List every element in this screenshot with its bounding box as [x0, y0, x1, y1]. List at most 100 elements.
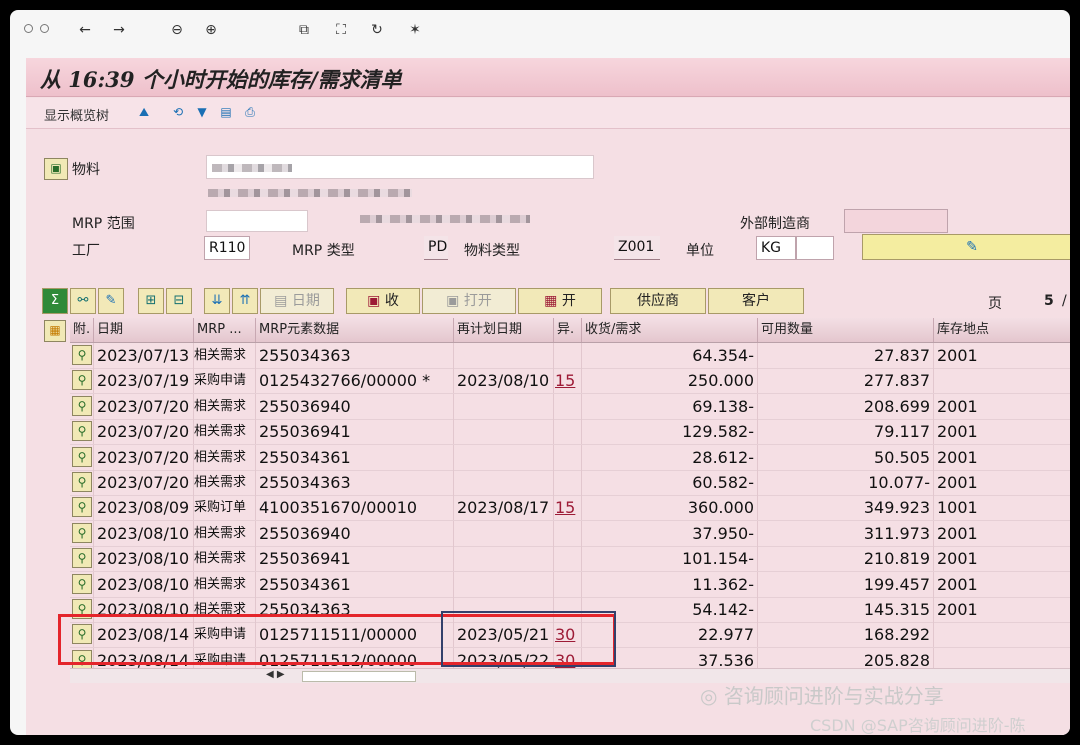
- minimize-icon[interactable]: [40, 24, 49, 33]
- storage-location-cell: 2001: [934, 546, 1070, 571]
- pencil-button[interactable]: ✎: [98, 288, 124, 314]
- sum-button[interactable]: Σ: [42, 288, 68, 314]
- sort-up-button[interactable]: ⇈: [232, 288, 258, 314]
- col-mrp-data[interactable]: MRP元素数据: [256, 318, 454, 342]
- zoom-in-icon[interactable]: ⊕: [200, 20, 222, 40]
- exception-cell[interactable]: [554, 571, 582, 597]
- refresh-icon[interactable]: ⟲: [168, 103, 188, 123]
- plant-field[interactable]: R110: [204, 236, 250, 260]
- table-row[interactable]: ⚲ 2023/07/20 相关需求 255036940 69.138- 208.699 20…: [70, 393, 1070, 420]
- open-button[interactable]: ▣ 打开: [422, 288, 516, 314]
- magic-icon[interactable]: ✶: [404, 20, 426, 40]
- col-storage-location[interactable]: 库存地点: [934, 318, 1070, 342]
- row-detail-cell[interactable]: ⚲: [70, 520, 94, 546]
- exception-link[interactable]: [554, 575, 555, 594]
- exception-cell[interactable]: [554, 393, 582, 419]
- magnifier-icon[interactable]: ⚲: [72, 548, 92, 569]
- table-row[interactable]: ⚲ 2023/08/10 相关需求 255036941 101.154- 210.819 2…: [70, 546, 1070, 573]
- col-receipt-requirement[interactable]: 收货/需求: [582, 318, 758, 342]
- exception-link[interactable]: [554, 549, 555, 568]
- row-detail-cell[interactable]: ⚲: [70, 470, 94, 495]
- exception-cell[interactable]: [554, 470, 582, 495]
- collapse-button[interactable]: ⊟: [166, 288, 192, 314]
- close-icon[interactable]: [24, 24, 33, 33]
- exception-link[interactable]: 15: [554, 498, 575, 517]
- col-date[interactable]: 日期: [94, 318, 194, 342]
- fit-icon[interactable]: ⛶: [330, 20, 352, 40]
- date-button[interactable]: ▤ 日期: [260, 288, 334, 314]
- exception-cell[interactable]: [554, 343, 582, 368]
- col-mrp-element[interactable]: MRP ...: [194, 318, 256, 342]
- document-icon[interactable]: ▤: [216, 103, 236, 123]
- layout-settings-icon[interactable]: ▦: [44, 320, 66, 342]
- magnifier-icon[interactable]: ⚲: [72, 522, 92, 543]
- exception-cell[interactable]: [554, 546, 582, 572]
- exception-link[interactable]: [554, 397, 555, 416]
- receipt-button[interactable]: ▣ 收: [346, 288, 420, 314]
- copy-icon[interactable]: ⧉: [293, 20, 315, 40]
- exception-link[interactable]: 15: [554, 371, 575, 390]
- row-detail-cell[interactable]: ⚲: [70, 444, 94, 470]
- magnifier-icon[interactable]: ⚲: [72, 370, 92, 391]
- table-row[interactable]: ⚲ 2023/07/20 相关需求 255034363 60.582- 10.077- 20…: [70, 470, 1070, 496]
- exception-cell[interactable]: [554, 444, 582, 470]
- exception-cell[interactable]: [554, 520, 582, 546]
- sort-down-button[interactable]: ⇊: [204, 288, 230, 314]
- exception-link[interactable]: [554, 524, 555, 543]
- exception-link[interactable]: [554, 473, 555, 492]
- table-row[interactable]: ⚲ 2023/08/10 相关需求 255034361 11.362- 199.457 20…: [70, 571, 1070, 598]
- magnifier-icon[interactable]: ⚲: [72, 345, 92, 365]
- magnifier-icon[interactable]: ⚲: [72, 472, 92, 492]
- table-row[interactable]: ⚲ 2023/08/09 采购订单 4100351670/00010 2023/08/1…: [70, 495, 1070, 522]
- edit-button[interactable]: ✎: [862, 234, 1070, 260]
- row-detail-cell[interactable]: ⚲: [70, 393, 94, 419]
- material-icon[interactable]: ▣: [44, 158, 68, 180]
- mountain-icon[interactable]: ⛰: [134, 103, 154, 123]
- filter-icon[interactable]: ▼: [192, 103, 212, 123]
- supplier-button[interactable]: 供应商: [610, 288, 706, 314]
- magnifier-icon[interactable]: ⚲: [72, 573, 92, 594]
- col-available-qty[interactable]: 可用数量: [758, 318, 934, 342]
- exception-cell[interactable]: [554, 419, 582, 445]
- mrp-area-field[interactable]: [206, 210, 308, 232]
- table-row[interactable]: ⚲ 2023/07/20 相关需求 255034361 28.612- 50.505 200…: [70, 444, 1070, 471]
- col-attach[interactable]: 附.: [70, 318, 94, 342]
- row-detail-cell[interactable]: ⚲: [70, 368, 94, 394]
- col-reschedule-date[interactable]: 再计划日期: [454, 318, 554, 342]
- forward-icon[interactable]: →: [108, 20, 130, 40]
- zoom-out-icon[interactable]: ⊖: [166, 20, 188, 40]
- back-icon[interactable]: ←: [74, 20, 96, 40]
- table-row[interactable]: ⚲ 2023/07/13 相关需求 255034363 64.354- 27.837 200…: [70, 343, 1070, 369]
- expand-button[interactable]: ⊞: [138, 288, 164, 314]
- unit-extra-field[interactable]: [796, 236, 834, 260]
- row-detail-cell[interactable]: ⚲: [70, 419, 94, 445]
- row-detail-cell[interactable]: ⚲: [70, 343, 94, 368]
- scroll-arrows-icon[interactable]: ◀ ▶: [266, 669, 285, 680]
- print-icon[interactable]: ⎙: [240, 103, 260, 123]
- unit-field[interactable]: KG: [756, 236, 796, 260]
- exception-link[interactable]: [554, 448, 555, 467]
- col-exception[interactable]: 异.: [554, 318, 582, 342]
- magnifier-icon[interactable]: ⚲: [72, 446, 92, 467]
- exception-link[interactable]: [554, 346, 555, 365]
- row-detail-cell[interactable]: ⚲: [70, 546, 94, 572]
- row-detail-cell[interactable]: ⚲: [70, 571, 94, 597]
- magnifier-icon[interactable]: ⚲: [72, 395, 92, 416]
- magnifier-icon[interactable]: ⚲: [72, 497, 92, 518]
- wechat-watermark: ◎ 咨询顾问进阶与实战分享: [700, 684, 944, 708]
- customer-button[interactable]: 客户: [708, 288, 804, 314]
- open-period-button[interactable]: ▦ 开: [518, 288, 602, 314]
- exception-cell[interactable]: 15: [554, 368, 582, 394]
- scrollbar-thumb[interactable]: [302, 671, 416, 682]
- exception-cell[interactable]: 15: [554, 495, 582, 521]
- magnifier-icon[interactable]: ⚲: [72, 421, 92, 442]
- ext-mfr-field[interactable]: [844, 209, 948, 233]
- show-tree-button[interactable]: 显示概览树: [44, 105, 109, 124]
- rotate-icon[interactable]: ↻: [366, 20, 388, 40]
- exception-link[interactable]: [554, 422, 555, 441]
- table-row[interactable]: ⚲ 2023/07/19 采购申请 0125432766/00000 * 2023/08…: [70, 368, 1070, 395]
- row-detail-cell[interactable]: ⚲: [70, 495, 94, 521]
- hierarchy-button[interactable]: ⚯: [70, 288, 96, 314]
- table-row[interactable]: ⚲ 2023/08/10 相关需求 255036940 37.950- 311.973 20…: [70, 520, 1070, 547]
- table-row[interactable]: ⚲ 2023/07/20 相关需求 255036941 129.582- 79.117 20…: [70, 419, 1070, 446]
